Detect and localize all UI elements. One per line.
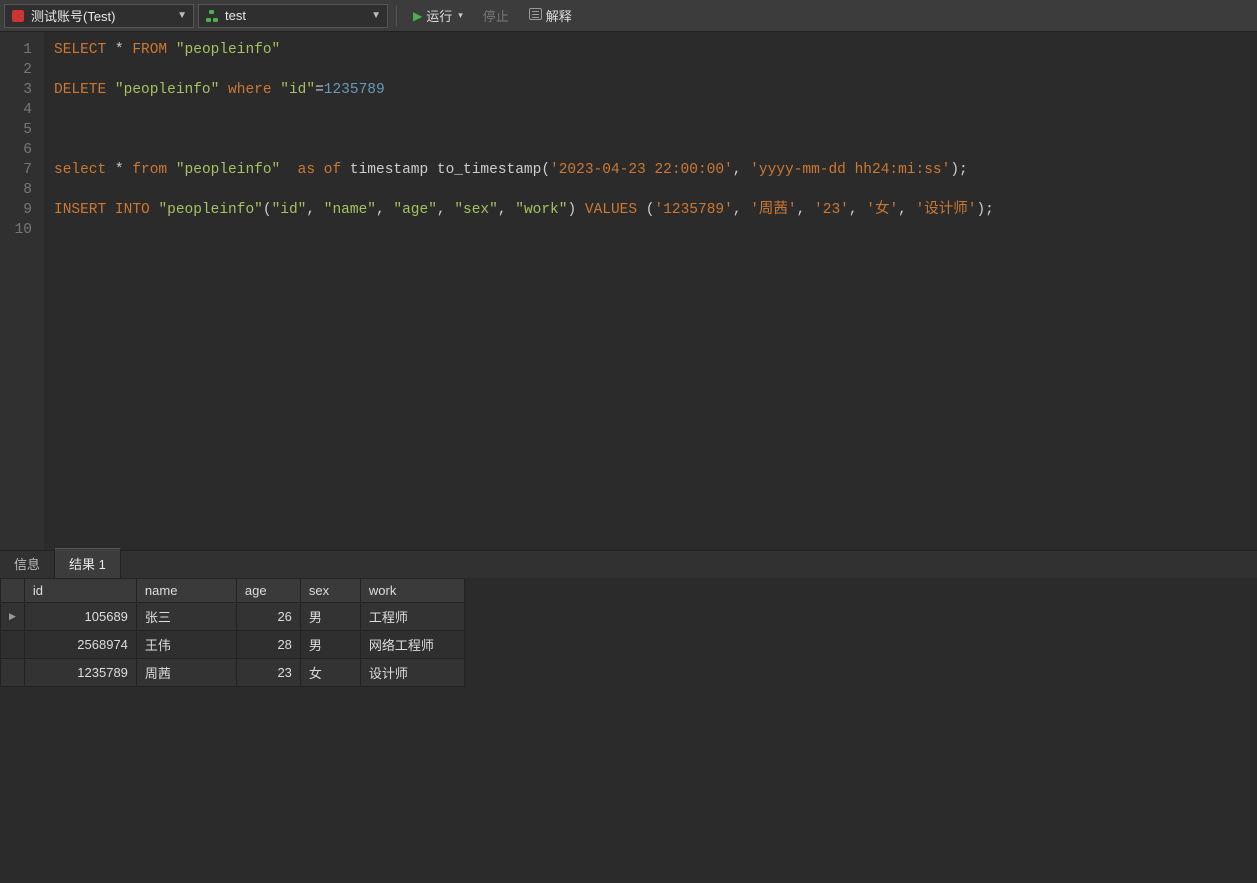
tab-info[interactable]: 信息 bbox=[0, 549, 55, 578]
run-label: 运行 bbox=[426, 6, 452, 25]
code-line[interactable]: INSERT INTO "peopleinfo"("id", "name", "… bbox=[54, 200, 994, 220]
explain-icon bbox=[529, 8, 542, 23]
cell-sex[interactable]: 女 bbox=[300, 659, 360, 687]
code-line[interactable] bbox=[54, 120, 994, 140]
cell-id[interactable]: 2568974 bbox=[24, 631, 136, 659]
sql-editor[interactable]: 12345678910 SELECT * FROM "peopleinfo" DE… bbox=[0, 32, 1257, 550]
code-line[interactable]: SELECT * FROM "peopleinfo" bbox=[54, 40, 994, 60]
cell-id[interactable]: 105689 bbox=[24, 603, 136, 631]
play-icon: ▶ bbox=[413, 9, 422, 23]
separator bbox=[396, 6, 397, 26]
cell-id[interactable]: 1235789 bbox=[24, 659, 136, 687]
line-number-gutter: 12345678910 bbox=[0, 32, 44, 550]
line-number: 2 bbox=[0, 60, 32, 80]
cell-name[interactable]: 张三 bbox=[136, 603, 236, 631]
col-header-age[interactable]: age bbox=[236, 579, 300, 603]
cell-age[interactable]: 28 bbox=[236, 631, 300, 659]
row-indicator: ▶ bbox=[1, 603, 25, 631]
cell-sex[interactable]: 男 bbox=[300, 603, 360, 631]
col-header-name[interactable]: name bbox=[136, 579, 236, 603]
cell-name[interactable]: 周茜 bbox=[136, 659, 236, 687]
chevron-down-icon: ▼ bbox=[177, 10, 187, 21]
line-number: 3 bbox=[0, 80, 32, 100]
code-line[interactable]: DELETE "peopleinfo" where "id"=1235789 bbox=[54, 80, 994, 100]
line-number: 1 bbox=[0, 40, 32, 60]
line-number: 4 bbox=[0, 100, 32, 120]
line-number: 6 bbox=[0, 140, 32, 160]
toolbar: 测试账号(Test) ▼ test ▼ ▶ 运行 ▾ 停止 解释 bbox=[0, 0, 1257, 32]
schema-label: test bbox=[225, 8, 365, 23]
table-row[interactable]: 2568974王伟28男网络工程师 bbox=[1, 631, 465, 659]
stop-label: 停止 bbox=[483, 6, 509, 25]
cell-work[interactable]: 工程师 bbox=[360, 603, 464, 631]
chevron-down-icon: ▼ bbox=[371, 10, 381, 21]
line-number: 10 bbox=[0, 220, 32, 240]
line-number: 9 bbox=[0, 200, 32, 220]
code-line[interactable]: select * from "peopleinfo" as of timesta… bbox=[54, 160, 994, 180]
results-table[interactable]: id name age sex work ▶105689张三26男工程师2568… bbox=[0, 578, 465, 687]
database-icon bbox=[11, 9, 25, 23]
result-tabs: 信息 结果 1 bbox=[0, 550, 1257, 578]
cell-age[interactable]: 26 bbox=[236, 603, 300, 631]
col-header-id[interactable]: id bbox=[24, 579, 136, 603]
stop-button: 停止 bbox=[475, 4, 517, 28]
code-line[interactable] bbox=[54, 180, 994, 200]
explain-button[interactable]: 解释 bbox=[521, 4, 580, 28]
connection-dropdown[interactable]: 测试账号(Test) ▼ bbox=[4, 4, 194, 28]
col-header-sex[interactable]: sex bbox=[300, 579, 360, 603]
line-number: 5 bbox=[0, 120, 32, 140]
line-number: 7 bbox=[0, 160, 32, 180]
cell-age[interactable]: 23 bbox=[236, 659, 300, 687]
dropdown-arrow-icon: ▾ bbox=[458, 10, 463, 21]
results-panel: id name age sex work ▶105689张三26男工程师2568… bbox=[0, 578, 1257, 687]
tab-result-1[interactable]: 结果 1 bbox=[55, 548, 121, 578]
row-indicator-header bbox=[1, 579, 25, 603]
cell-sex[interactable]: 男 bbox=[300, 631, 360, 659]
table-row[interactable]: 1235789周茜23女设计师 bbox=[1, 659, 465, 687]
code-line[interactable] bbox=[54, 220, 994, 240]
code-line[interactable] bbox=[54, 60, 994, 80]
explain-label: 解释 bbox=[546, 6, 572, 25]
cell-work[interactable]: 网络工程师 bbox=[360, 631, 464, 659]
code-line[interactable] bbox=[54, 100, 994, 120]
cell-work[interactable]: 设计师 bbox=[360, 659, 464, 687]
code-line[interactable] bbox=[54, 140, 994, 160]
code-content[interactable]: SELECT * FROM "peopleinfo" DELETE "people… bbox=[44, 32, 1004, 550]
run-button[interactable]: ▶ 运行 ▾ bbox=[405, 4, 471, 28]
connection-label: 测试账号(Test) bbox=[31, 6, 171, 25]
schema-dropdown[interactable]: test ▼ bbox=[198, 4, 388, 28]
cell-name[interactable]: 王伟 bbox=[136, 631, 236, 659]
table-row[interactable]: ▶105689张三26男工程师 bbox=[1, 603, 465, 631]
line-number: 8 bbox=[0, 180, 32, 200]
row-indicator bbox=[1, 659, 25, 687]
col-header-work[interactable]: work bbox=[360, 579, 464, 603]
row-indicator bbox=[1, 631, 25, 659]
schema-icon bbox=[205, 9, 219, 23]
